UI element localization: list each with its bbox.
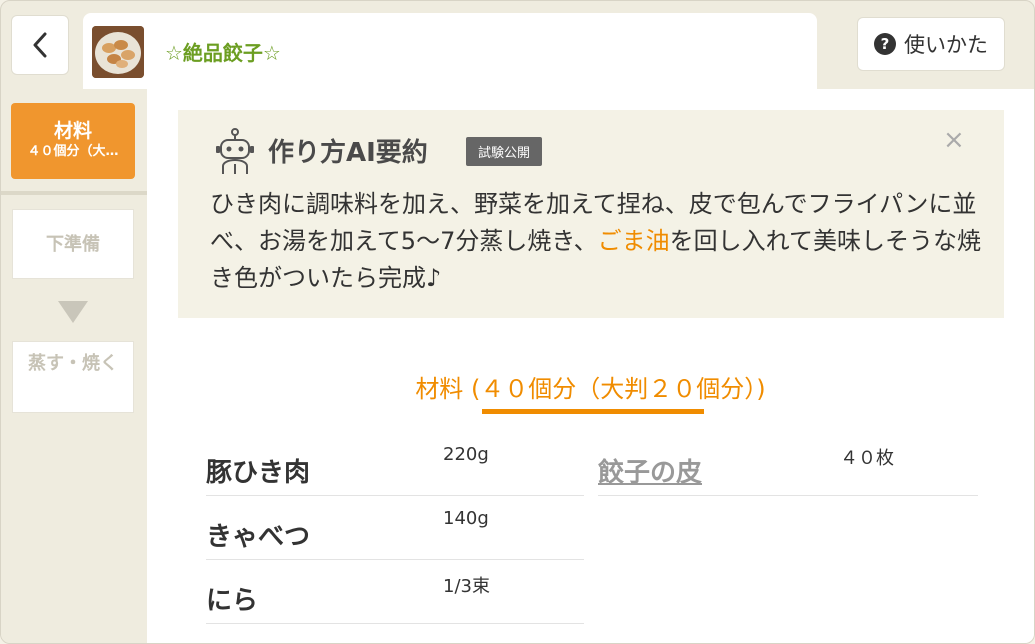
sidebar-item-label: 材料 [53,120,92,142]
beta-badge: 試験公開 [466,137,543,166]
ai-summary-text: ひき肉に調味料を加え、野菜を加えて捏ね、皮で包んでフライパンに並べ、お湯を加えて… [210,186,1000,297]
ingredient-row: 餃子の皮 ４０枚 [598,432,978,496]
ingredient-link[interactable]: ごま油 [598,227,670,255]
ingredient-qty: ４０枚 [840,448,894,469]
recipe-title: ☆絶品餃子☆ [165,41,281,65]
ingredient-row: にら 1/3束 [206,560,584,624]
ingredient-qty: 220g [443,444,489,465]
sidebar-item-ingredients[interactable]: 材料 ４０個分（大… [11,103,135,179]
help-button[interactable]: ? 使いかた [857,17,1005,71]
robot-icon [216,128,254,174]
ingredient-name: きゃべつ [206,522,311,552]
chevron-left-icon [33,32,47,58]
ingredient-name: 豚ひき肉 [206,458,311,488]
main-content: 作り方AI要約 試験公開 × ひき肉に調味料を加え、野菜を加えて捏ね、皮で包んで… [147,89,1034,643]
sidebar-item-steam-fry[interactable]: 蒸す・焼く [12,341,134,413]
ingredient-row: 豚ひき肉 220g [206,432,584,496]
sidebar-item-sub: ４０個分（大… [27,144,119,159]
ingredient-name: にら [206,586,259,616]
ingredient-name-link[interactable]: 餃子の皮 [598,452,702,489]
sidebar-item-prep[interactable]: 下準備 [12,209,134,279]
ingredient-qty: 1/3束 [443,576,490,597]
app-frame: ☆絶品餃子☆ ? 使いかた 材料 ４０個分（大… 下準備 蒸す・焼く 作り方AI… [0,0,1035,644]
ai-summary-title: 作り方AI要約 [268,138,428,168]
recipe-title-bar: ☆絶品餃子☆ [83,13,817,89]
question-icon: ? [874,33,896,55]
step-sidebar: 材料 ４０個分（大… 下準備 蒸す・焼く [1,89,147,643]
ingredient-row: きゃべつ 140g [206,496,584,560]
heading-underline [482,409,704,414]
recipe-thumbnail [92,26,144,78]
ingredient-qty: 140g [443,508,489,529]
back-button[interactable] [11,15,69,75]
close-icon[interactable]: × [943,125,965,155]
ai-summary-box: 作り方AI要約 試験公開 × ひき肉に調味料を加え、野菜を加えて捏ね、皮で包んで… [178,110,1004,318]
help-label: 使いかた [904,33,988,57]
sidebar-divider [1,191,147,195]
down-arrow-icon [58,301,88,323]
ingredients-heading: 材料 (４０個分（大判２０個分）) [415,375,766,403]
